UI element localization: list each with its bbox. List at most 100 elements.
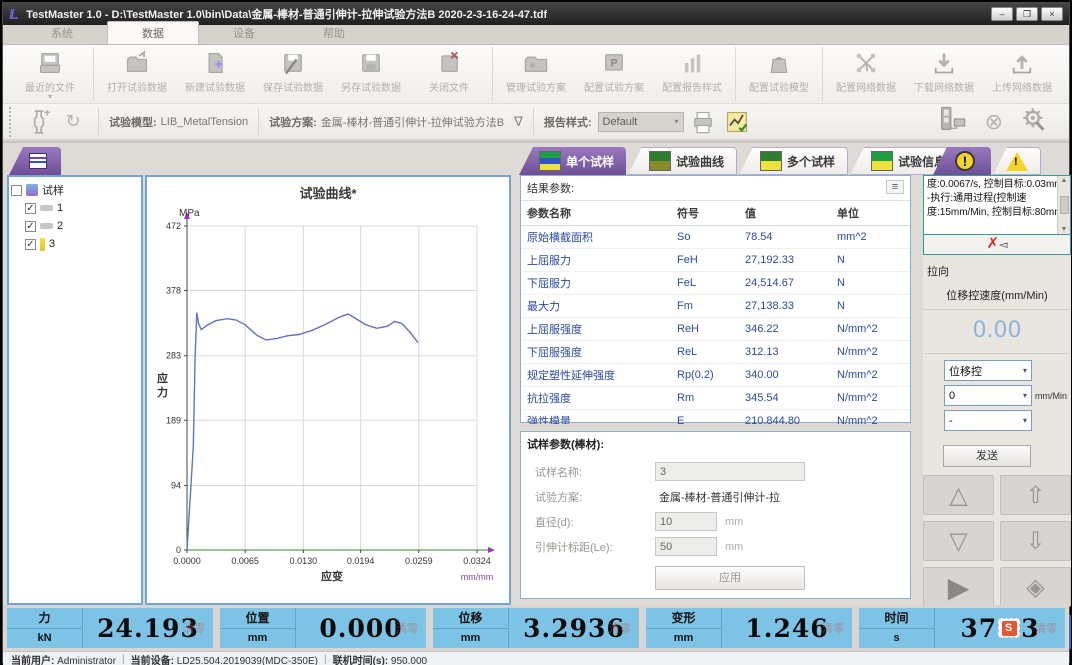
refresh-icon[interactable]: ↻ [58, 108, 88, 136]
field-input-试验方案:[interactable]: 金属-棒材-普通引伸计-拉 [655, 487, 805, 506]
alert-exclamation-icon: ! [955, 151, 975, 171]
chart-title: 试验曲线* [147, 177, 509, 202]
send-button[interactable]: 发送 [943, 445, 1031, 467]
apply-button[interactable]: 应用 [655, 566, 805, 590]
result-params-table[interactable]: 参数名称符号值单位原始横截面积So78.54mm^2上屈服力FeH27,192.… [521, 201, 910, 433]
panel-splitter[interactable] [520, 424, 911, 430]
table-row[interactable]: 最大力Fm27,138.33N [521, 295, 910, 318]
restore-button[interactable]: ❐ [1016, 7, 1038, 21]
打开试验数据-button[interactable]: 打开试验数据 [98, 47, 176, 101]
close-file-icon [435, 50, 463, 76]
return-button[interactable]: ◈ [1000, 567, 1071, 607]
speed-input-combo[interactable]: 0▾ [944, 385, 1032, 406]
tree-item-label: 2 [57, 220, 63, 232]
control-mode-select[interactable]: 位移控▾ [944, 360, 1032, 381]
item-checkbox[interactable]: ✓ [25, 239, 36, 250]
report-style-select[interactable]: Default▾ [598, 112, 684, 132]
mute-alarm-button[interactable]: ✗◅ [923, 235, 1071, 255]
table-cell: 上屈服力 [521, 249, 671, 272]
clear-button[interactable]: 清零 [396, 620, 418, 636]
root-checkbox[interactable] [11, 185, 22, 196]
svg-text:P: P [610, 58, 617, 70]
report-style-icon [678, 50, 706, 76]
最近的文件-button[interactable]: 最近的文件▾ [11, 47, 89, 101]
device-status-icon[interactable] [937, 105, 967, 138]
tab-试验曲线[interactable]: 试验曲线 [628, 147, 737, 175]
item-checkbox[interactable]: ✓ [25, 221, 36, 232]
close-button[interactable]: × [1041, 7, 1063, 21]
measure-label: 力 [7, 608, 82, 629]
下载网络数据-button[interactable]: 下载网络数据 [905, 47, 983, 101]
tab-specimen-list[interactable] [9, 147, 61, 175]
speed-unit-label: mm/Min [1035, 391, 1069, 401]
table-cell: ReL [671, 341, 739, 364]
settings-gear-icon[interactable] [1021, 106, 1047, 137]
配置网络数据-button[interactable]: 配置网络数据 [827, 47, 905, 101]
table-row[interactable]: 原始横截面积So78.54mm^2 [521, 226, 910, 249]
field-row: 试样名称:3 [535, 462, 910, 481]
上传网络数据-button[interactable]: 上传网络数据 [983, 47, 1061, 101]
tree-item-specimen-2[interactable]: ✓2 [11, 217, 139, 235]
table-row[interactable]: 上屈服力FeH27,192.33N [521, 249, 910, 272]
scroll-up-icon[interactable]: ▲ [1061, 177, 1068, 184]
另存试验数据-button[interactable]: 另存试验数据 [332, 47, 410, 101]
measure-cell-时间: 时间s37S3清零 [859, 608, 1065, 648]
field-input-直径(d):[interactable]: 10 [655, 512, 717, 531]
specimen-tree-panel: 试样✓1✓2✓3 [7, 175, 143, 605]
tree-root-specimen[interactable]: 试样 [11, 181, 139, 199]
clear-button[interactable]: 清零 [183, 620, 205, 636]
jog-fast-up-button[interactable]: △ [923, 475, 994, 515]
menu-item-设备[interactable]: 设备 [199, 22, 289, 44]
tab-warnings[interactable]: ! [993, 147, 1041, 175]
disconnect-icon[interactable]: ⊗ [985, 109, 1003, 135]
minimize-button[interactable]: – [991, 7, 1013, 21]
新建试验数据-button[interactable]: 新建试验数据 [176, 47, 254, 101]
print-icon[interactable] [688, 108, 718, 136]
menu-burger-icon[interactable]: ≡ [886, 180, 904, 194]
clear-button[interactable]: 清零 [1035, 620, 1057, 636]
scroll-thumb[interactable] [1060, 196, 1069, 214]
table-row[interactable]: 下屈服力FeL24,514.67N [521, 272, 910, 295]
toolbar-button-label: 打开试验数据 [107, 79, 167, 94]
run-button[interactable]: ▶ [923, 567, 994, 607]
关闭文件-button[interactable]: 关闭文件 [410, 47, 488, 101]
menu-item-数据[interactable]: 数据 [107, 21, 199, 44]
specimen-add-icon[interactable] [24, 108, 54, 136]
stress-strain-chart[interactable]: 0941892833784720.00000.00650.01300.01940… [147, 202, 505, 602]
field-row: 引伸计标距(Le):50mm [535, 537, 910, 556]
tree-item-specimen-1[interactable]: ✓1 [11, 199, 139, 217]
保存试验数据-button[interactable]: 保存试验数据 [254, 47, 332, 101]
tab-单个试样[interactable]: 单个试样 [519, 147, 626, 175]
message-scrollbar[interactable]: ▲▼ [1057, 176, 1070, 234]
tab-多个试样[interactable]: 多个试样 [739, 147, 848, 175]
field-input-引伸计标距(Le):[interactable]: 50 [655, 537, 717, 556]
table-row[interactable]: 规定塑性延伸强度Rp(0.2)340.00N/mm^2 [521, 364, 910, 387]
field-input-试样名称:[interactable]: 3 [655, 462, 805, 481]
配置试验模型-button[interactable]: 配置试验模型 [740, 47, 818, 101]
tab-alerts[interactable]: ! [933, 147, 991, 175]
item-checkbox[interactable]: ✓ [25, 203, 36, 214]
配置报告样式-button[interactable]: 配置报告样式 [653, 47, 731, 101]
配置试验方案-button[interactable]: P配置试验方案 [575, 47, 653, 101]
measure-cell-位置: 位置mm0.000清零 [220, 608, 426, 648]
app-window: L TestMaster 1.0 - D:\TestMaster 1.0\bin… [2, 2, 1070, 663]
aux-select[interactable]: -▾ [944, 410, 1032, 431]
tree-item-specimen-3[interactable]: ✓3 [11, 235, 139, 253]
table-row[interactable]: 抗拉强度Rm345.54N/mm^2 [521, 387, 910, 410]
管理试验方案-button[interactable]: 管理试验方案 [497, 47, 575, 101]
crosshead-up-button[interactable]: ⇧ [1000, 475, 1071, 515]
clear-button[interactable]: 清零 [609, 620, 631, 636]
scroll-down-icon[interactable]: ▼ [1061, 226, 1068, 233]
table-cell: N/mm^2 [831, 364, 910, 387]
table-row[interactable]: 下屈服强度ReL312.13N/mm^2 [521, 341, 910, 364]
table-cell: 下屈服强度 [521, 341, 671, 364]
report-preview-icon[interactable] [722, 108, 752, 136]
jog-fast-down-button[interactable]: ▽ [923, 521, 994, 561]
table-row[interactable]: 上屈服强度ReH346.22N/mm^2 [521, 318, 910, 341]
crosshead-down-button[interactable]: ⇩ [1000, 521, 1071, 561]
menu-item-系统[interactable]: 系统 [17, 22, 107, 44]
toolbar-grip [9, 107, 14, 137]
plan-filter-icon[interactable]: ∇ [514, 114, 523, 130]
menu-item-帮助[interactable]: 帮助 [289, 22, 379, 44]
clear-button[interactable]: 清零 [822, 620, 844, 636]
